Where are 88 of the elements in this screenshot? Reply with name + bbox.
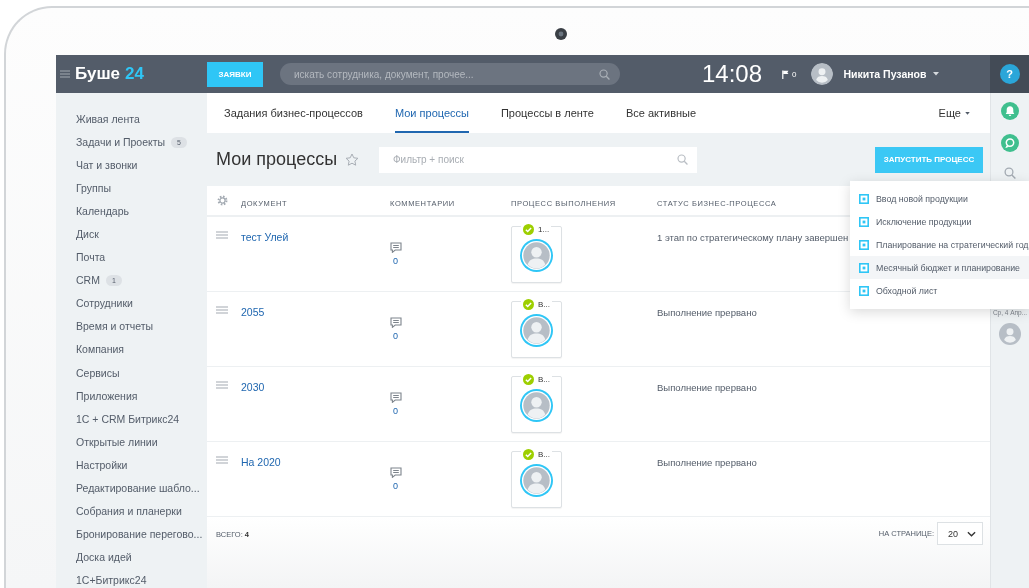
search-icon[interactable] xyxy=(677,154,688,165)
step-label: 1... xyxy=(538,225,550,234)
comment-count[interactable]: 0 xyxy=(393,331,398,341)
sidebar-item[interactable]: Календарь xyxy=(56,204,129,219)
status-text: Выполнение прервано xyxy=(657,307,757,318)
document-link[interactable]: На 2020 xyxy=(241,456,281,468)
status-text: 1 этап по стратегическому плану завершен xyxy=(657,232,849,243)
comment-icon[interactable] xyxy=(390,317,402,328)
sidebar-item[interactable]: Бронирование перегово... xyxy=(56,526,203,541)
sidebar-item[interactable]: Почта xyxy=(56,250,106,265)
search-icon[interactable] xyxy=(1004,167,1016,179)
flag-icon[interactable] xyxy=(782,69,789,79)
avatar-icon xyxy=(520,314,553,347)
document-link[interactable]: 2030 xyxy=(241,381,265,393)
sidebar-item[interactable]: Компания xyxy=(56,342,125,357)
document-link[interactable]: 2055 xyxy=(241,306,265,318)
caret-icon[interactable] xyxy=(933,72,940,76)
webcam-icon xyxy=(555,28,567,40)
logo-name: Буше xyxy=(75,64,121,84)
chat-bubble-icon[interactable] xyxy=(1001,134,1019,152)
step-label: В... xyxy=(538,375,550,384)
comment-count[interactable]: 0 xyxy=(393,256,398,266)
tab[interactable]: Процессы в ленте xyxy=(500,93,594,133)
sidebar-item[interactable]: Группы xyxy=(56,181,111,196)
settings-icon[interactable] xyxy=(216,195,228,206)
sidebar-item[interactable]: 1С + CRM Битрикс24 xyxy=(56,411,180,426)
page-size-select[interactable]: 20 xyxy=(937,522,983,545)
star-icon[interactable] xyxy=(345,152,360,167)
menu-item[interactable]: Обходной лист xyxy=(850,279,1029,302)
sidebar-item[interactable]: Настройки xyxy=(56,457,128,472)
sidebar-item[interactable]: Доска идей xyxy=(56,549,132,564)
avatar-icon xyxy=(520,239,553,272)
avatar-icon xyxy=(811,63,834,85)
sidebar-item[interactable]: Открытые линии xyxy=(56,434,158,449)
comment-count[interactable]: 0 xyxy=(393,481,398,491)
menu-item[interactable]: Исключение продукции xyxy=(850,210,1029,233)
sidebar-item[interactable]: Чат и звонки xyxy=(56,158,138,173)
sidebar-item[interactable]: Время и отчеты xyxy=(56,319,154,334)
menu-icon[interactable] xyxy=(216,456,228,464)
avatar-icon xyxy=(999,323,1021,345)
status-text: Выполнение прервано xyxy=(657,382,757,393)
sidebar-item[interactable]: Сотрудники xyxy=(56,296,133,311)
tab[interactable]: Мои процессы xyxy=(394,93,469,133)
menu-item[interactable]: Планирование на стратегический год xyxy=(850,233,1029,256)
avatar-icon xyxy=(520,464,553,497)
sidebar-item[interactable]: Приложения xyxy=(56,388,138,403)
sidebar-item[interactable]: Живая лента xyxy=(56,112,140,126)
menu-icon[interactable] xyxy=(216,381,228,389)
sidebar-item[interactable]: Редактирование шабло... xyxy=(56,480,200,495)
process-card[interactable]: 1... xyxy=(511,226,562,283)
more-button[interactable]: Еще xyxy=(938,93,970,133)
comment-icon[interactable] xyxy=(390,242,402,253)
step-label: В... xyxy=(538,450,550,459)
step-label: В... xyxy=(538,300,550,309)
avatar-icon xyxy=(520,389,553,422)
process-square-icon xyxy=(859,239,869,250)
chevron-down-icon xyxy=(967,530,976,537)
process-card[interactable]: В... xyxy=(511,376,562,433)
clock-time: 14:08 xyxy=(702,60,764,88)
comment-icon[interactable] xyxy=(390,467,402,478)
menu-item[interactable]: Месячный бюджет и планирование xyxy=(850,256,1029,279)
sidebar-item[interactable]: 1С+Битрикс24 xyxy=(56,572,147,587)
comment-icon[interactable] xyxy=(390,392,402,403)
sidebar-item[interactable]: Собрания и планерки xyxy=(56,503,182,518)
process-card[interactable]: В... xyxy=(511,451,562,508)
logo-number: 24 xyxy=(125,64,144,84)
caret-icon xyxy=(965,111,970,115)
document-link[interactable]: тест Улей xyxy=(241,231,289,243)
tab[interactable]: Задания бизнес-процессов xyxy=(224,93,363,133)
bell-icon[interactable] xyxy=(1001,102,1019,120)
process-square-icon xyxy=(859,262,869,273)
flag-count: 0 xyxy=(792,69,797,79)
menu-icon[interactable] xyxy=(60,70,70,78)
menu-icon[interactable] xyxy=(216,306,228,314)
menu-icon[interactable] xyxy=(216,231,228,239)
comment-count[interactable]: 0 xyxy=(393,406,398,416)
search-icon[interactable] xyxy=(599,68,610,80)
page-title: Мои процессы xyxy=(216,149,338,170)
tab[interactable]: Все активные xyxy=(625,93,697,133)
process-square-icon xyxy=(859,285,869,296)
sidebar-item[interactable]: Диск xyxy=(56,227,99,242)
process-card[interactable]: В... xyxy=(511,301,562,358)
user-name[interactable]: Никита Пузанов xyxy=(843,68,927,80)
menu-item[interactable]: Ввод новой продукции xyxy=(850,187,1029,210)
process-square-icon xyxy=(859,216,869,227)
process-square-icon xyxy=(859,193,869,204)
sidebar-item[interactable]: Сервисы xyxy=(56,365,120,380)
status-text: Выполнение прервано xyxy=(657,457,757,468)
